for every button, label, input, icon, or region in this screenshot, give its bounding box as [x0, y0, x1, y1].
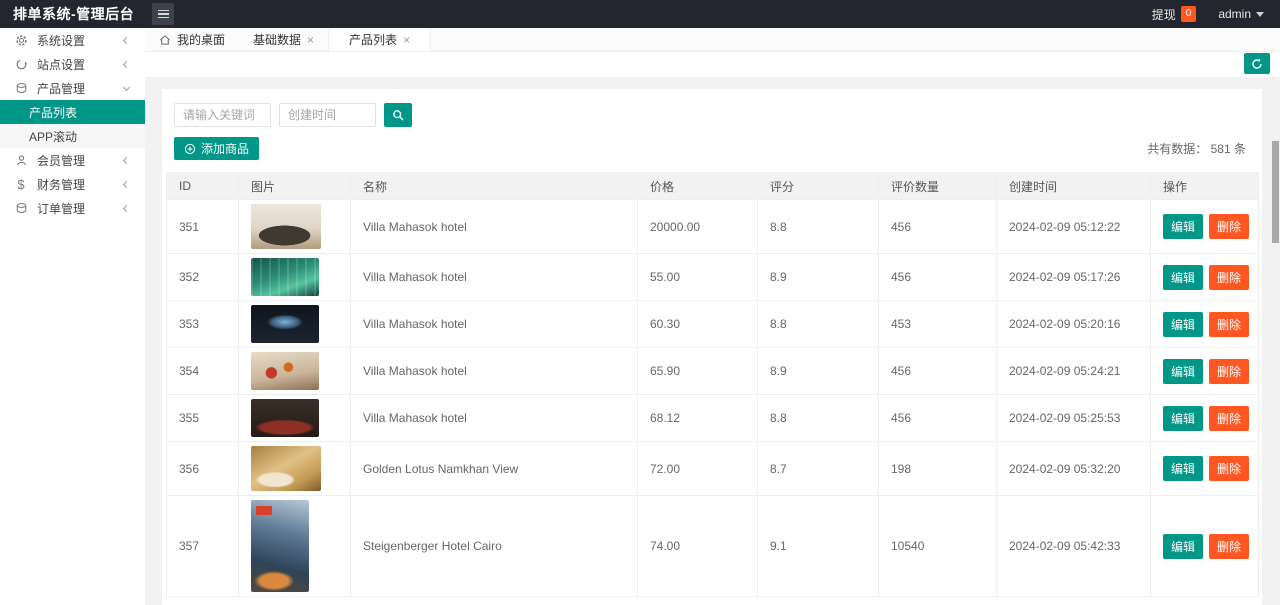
- chevron-left-icon: [122, 36, 131, 44]
- product-image: [251, 204, 321, 249]
- sidebar-item-product-management[interactable]: 产品管理: [0, 76, 145, 100]
- scrollbar-thumb[interactable]: [1272, 141, 1279, 243]
- sidebar-item-product-list[interactable]: 产品列表: [0, 100, 145, 124]
- close-icon[interactable]: ×: [403, 34, 410, 46]
- table-row: 354 Villa Mahasok hotel 65.90 8.9 456 20…: [166, 347, 1259, 395]
- dollar-icon: $: [17, 176, 25, 192]
- coins-icon: [14, 81, 28, 95]
- filter-row: [174, 103, 1250, 127]
- sidebar-item-site-settings[interactable]: 站点设置: [0, 52, 145, 76]
- table-row: 353 Villa Mahasok hotel 60.30 8.8 453 20…: [166, 300, 1259, 348]
- user-icon: [14, 153, 28, 167]
- main-content: 添加商品 共有数据： 581 条 ID 图片 名称 价格 评分 评价数量 创建时…: [145, 52, 1280, 605]
- sidebar-item-system-settings[interactable]: 系统设置: [0, 28, 145, 52]
- product-image: [251, 399, 319, 437]
- app-title: 排单系统-管理后台: [13, 6, 135, 22]
- withdraw-badge: 0: [1180, 6, 1197, 22]
- chevron-left-icon: [122, 204, 131, 212]
- col-rating: 评分: [757, 172, 879, 200]
- plus-circle-icon: [184, 143, 196, 154]
- sidebar-item-order-management[interactable]: 订单管理: [0, 196, 145, 220]
- create-time-input[interactable]: [279, 103, 376, 127]
- col-name: 名称: [350, 172, 638, 200]
- delete-button[interactable]: 删除: [1209, 214, 1250, 239]
- table-header-row: ID 图片 名称 价格 评分 评价数量 创建时间 操作: [166, 172, 1259, 200]
- tab-my-desktop[interactable]: 我的桌面: [145, 28, 239, 51]
- product-image: [251, 500, 309, 592]
- delete-button[interactable]: 删除: [1209, 533, 1250, 559]
- scrollbar[interactable]: [1271, 139, 1280, 605]
- product-submenu: 产品列表 APP滚动: [0, 100, 145, 148]
- sidebar: 系统设置 站点设置 产品管理 产品列表 APP滚动 会员管理 $ 财务管理 订单…: [0, 28, 145, 605]
- hamburger-icon[interactable]: [152, 3, 175, 25]
- page-toolbar: [145, 52, 1280, 77]
- refresh-icon: [1252, 58, 1262, 69]
- total-count-value: 581: [1210, 142, 1231, 156]
- product-list-card: 添加商品 共有数据： 581 条 ID 图片 名称 价格 评分 评价数量 创建时…: [162, 89, 1262, 605]
- edit-button[interactable]: 编辑: [1163, 456, 1204, 481]
- product-image: [251, 305, 319, 343]
- col-created: 创建时间: [996, 172, 1151, 200]
- delete-button[interactable]: 删除: [1209, 405, 1250, 431]
- col-price: 价格: [637, 172, 758, 200]
- user-name: admin: [1218, 7, 1251, 21]
- edit-button[interactable]: 编辑: [1163, 264, 1204, 290]
- delete-button[interactable]: 删除: [1209, 264, 1250, 290]
- top-bar: 排单系统-管理后台 提现 0 admin: [0, 0, 1280, 28]
- chevron-down-icon: [122, 83, 131, 91]
- keyword-input[interactable]: [174, 103, 271, 127]
- product-image: [251, 258, 319, 296]
- chevron-left-icon: [122, 180, 131, 188]
- withdraw-menu[interactable]: 提现 0: [1152, 6, 1197, 23]
- table-row: 351 Villa Mahasok hotel 20000.00 8.8 456…: [166, 199, 1259, 254]
- sidebar-item-finance-management[interactable]: $ 财务管理: [0, 172, 145, 196]
- product-image: [251, 446, 321, 491]
- edit-button[interactable]: 编辑: [1163, 358, 1204, 384]
- delete-button[interactable]: 删除: [1209, 311, 1250, 337]
- home-icon: [159, 34, 171, 45]
- tab-basic-data[interactable]: 基础数据 ×: [239, 28, 328, 51]
- sidebar-item-member-management[interactable]: 会员管理: [0, 148, 145, 172]
- tab-product-list[interactable]: 产品列表 ×: [328, 28, 432, 51]
- tab-bar: 我的桌面 基础数据 × 产品列表 ×: [145, 28, 1280, 52]
- delete-button[interactable]: 删除: [1209, 358, 1250, 384]
- withdraw-label: 提现: [1151, 7, 1176, 22]
- search-button[interactable]: [384, 103, 412, 127]
- product-table: ID 图片 名称 价格 评分 评价数量 创建时间 操作 351 Villa Ma…: [166, 172, 1259, 597]
- edit-button[interactable]: 编辑: [1163, 405, 1204, 431]
- add-product-button[interactable]: 添加商品: [174, 137, 260, 160]
- total-count: 共有数据： 581 条: [1147, 142, 1246, 156]
- chevron-left-icon: [122, 156, 131, 164]
- edit-button[interactable]: 编辑: [1163, 214, 1204, 239]
- edit-button[interactable]: 编辑: [1163, 311, 1204, 337]
- col-reviews: 评价数量: [878, 172, 997, 200]
- chevron-left-icon: [122, 60, 131, 68]
- search-icon: [392, 109, 404, 121]
- col-actions: 操作: [1150, 172, 1259, 200]
- coins-icon: [14, 201, 28, 215]
- col-image: 图片: [238, 172, 351, 200]
- gear-icon: [14, 33, 28, 47]
- table-row: 356 Golden Lotus Namkhan View 72.00 8.7 …: [166, 441, 1259, 496]
- col-id: ID: [166, 172, 239, 200]
- table-row: 352 Villa Mahasok hotel 55.00 8.9 456 20…: [166, 253, 1259, 301]
- close-icon[interactable]: ×: [307, 34, 314, 46]
- table-row: 357 Steigenberger Hotel Cairo 74.00 9.1 …: [166, 495, 1259, 597]
- sync-icon: [14, 57, 28, 71]
- delete-button[interactable]: 删除: [1209, 456, 1250, 481]
- user-menu[interactable]: admin: [1218, 7, 1264, 21]
- sidebar-item-app-scroll[interactable]: APP滚动: [0, 124, 145, 148]
- product-image: [251, 352, 319, 390]
- edit-button[interactable]: 编辑: [1163, 533, 1204, 559]
- table-row: 355 Villa Mahasok hotel 68.12 8.8 456 20…: [166, 394, 1259, 442]
- refresh-button[interactable]: [1244, 53, 1270, 74]
- chevron-down-icon: [1256, 11, 1264, 17]
- action-row: 添加商品 共有数据： 581 条: [174, 137, 1250, 160]
